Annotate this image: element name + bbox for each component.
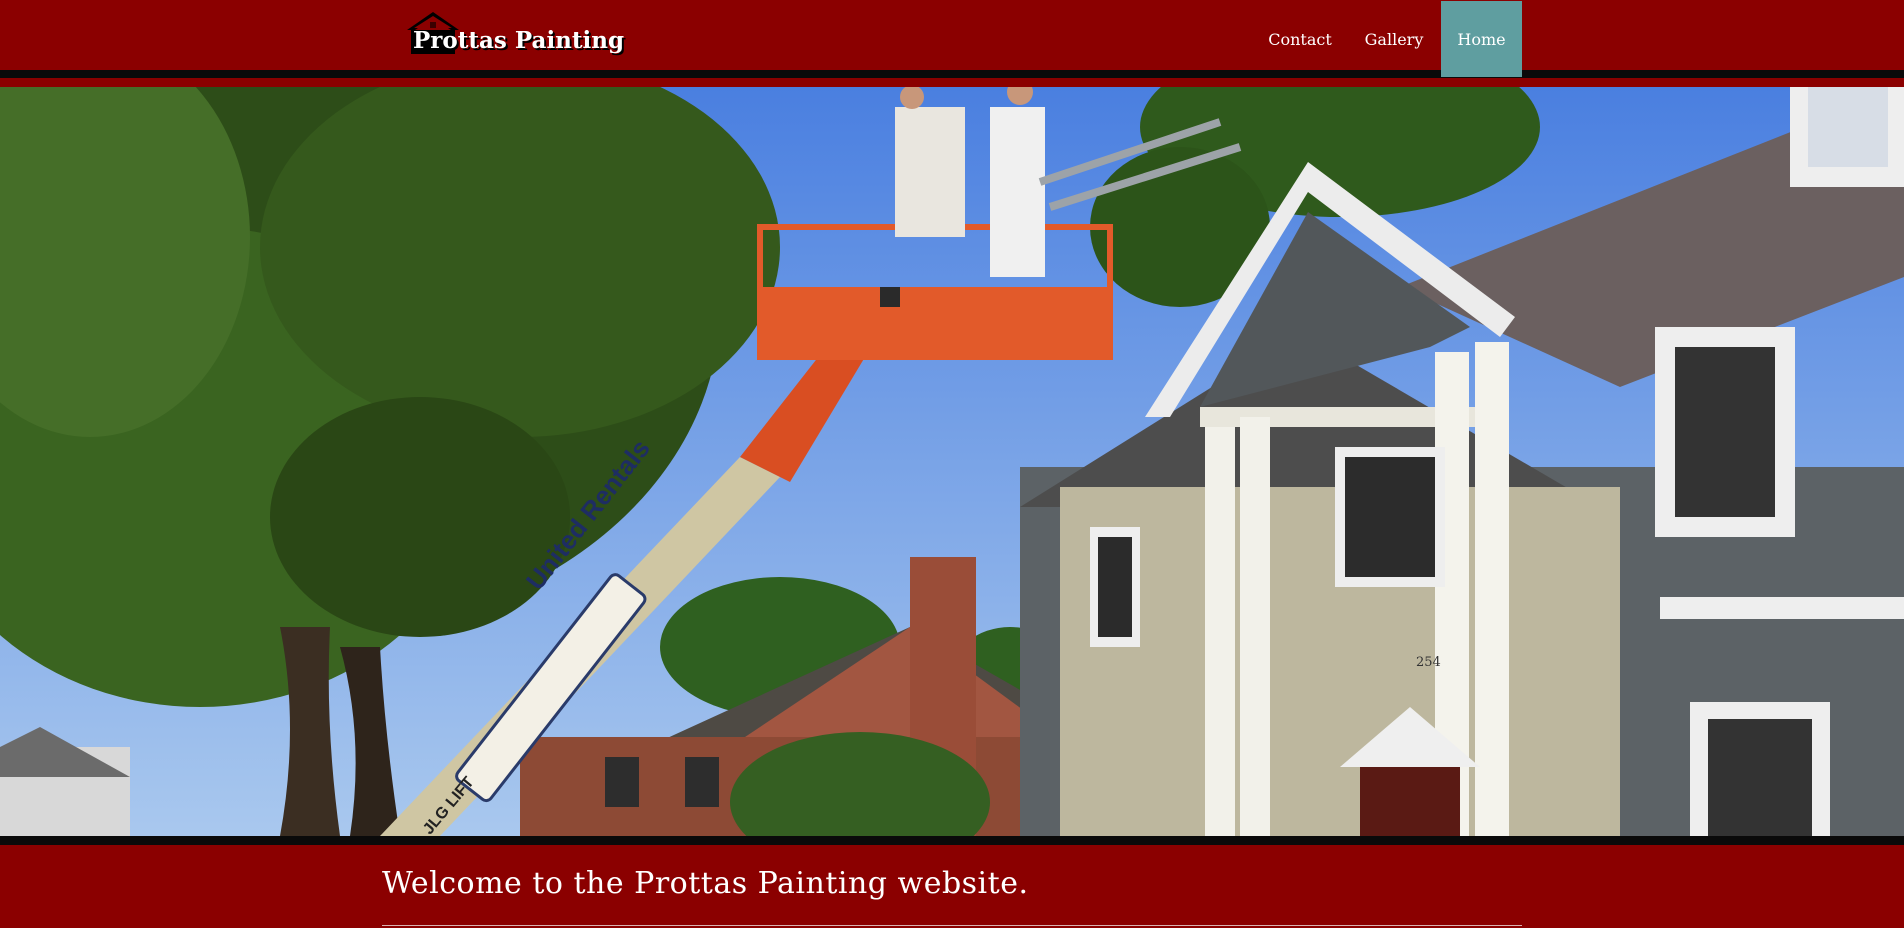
hero-image: United Rentals JLG LIFT 254 (0, 87, 1904, 836)
nav-home[interactable]: Home (1441, 1, 1522, 77)
hero-divider (0, 836, 1904, 845)
heading-divider (382, 925, 1522, 926)
nav-contact[interactable]: Contact (1254, 1, 1346, 77)
hero-photo (0, 87, 1904, 836)
welcome-heading: Welcome to the Prottas Painting website. (382, 866, 1029, 901)
house-number: 254 (1416, 655, 1441, 670)
site-header: Prottas Painting Contact Gallery Home (0, 0, 1904, 78)
nav-gallery[interactable]: Gallery (1354, 1, 1434, 77)
logo-text: Prottas Painting (413, 27, 625, 54)
site-logo[interactable]: Prottas Painting (403, 10, 624, 60)
